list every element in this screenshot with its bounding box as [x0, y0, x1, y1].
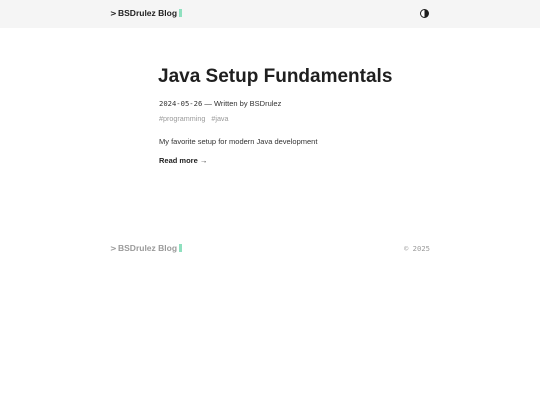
read-more-link[interactable]: Read more → [159, 156, 207, 165]
post-date: 2024-05-26 [159, 99, 203, 108]
site-logo-link[interactable]: > BSDrulez Blog [110, 8, 183, 18]
post-meta: 2024-05-26 — Written by BSDrulez [159, 99, 281, 108]
tag-java[interactable]: #java [211, 114, 228, 123]
post-title[interactable]: Java Setup Fundamentals [158, 66, 392, 88]
footer-prompt-chevron-icon: > [110, 243, 117, 253]
footer-cursor-block-icon [179, 244, 183, 252]
site-header: > BSDrulez Blog [0, 0, 540, 28]
post-byline: — Written by BSDrulez [204, 99, 282, 108]
footer-brand-name: BSDrulez Blog [118, 243, 178, 253]
post-tags: #programming #java [159, 114, 233, 123]
tag-programming[interactable]: #programming [159, 114, 205, 123]
site-brand-name: BSDrulez Blog [118, 8, 178, 18]
prompt-chevron-icon: > [110, 8, 117, 18]
cursor-block-icon [179, 9, 183, 17]
post-excerpt: My favorite setup for modern Java develo… [159, 137, 318, 146]
footer-copyright: © 2025 [404, 244, 430, 253]
theme-toggle-contrast-icon[interactable] [420, 9, 429, 18]
footer-logo-link[interactable]: > BSDrulez Blog [110, 243, 183, 253]
